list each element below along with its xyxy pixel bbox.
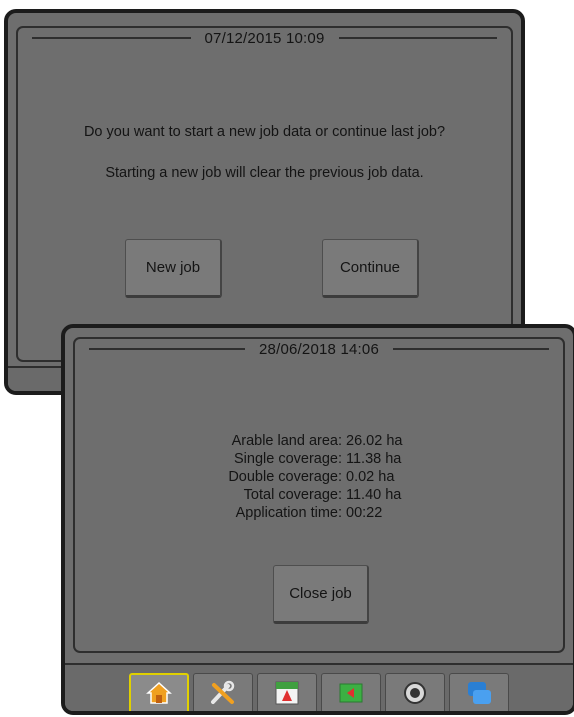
close-job-button[interactable]: Close job [273,565,369,624]
tab-tools[interactable] [193,673,253,711]
title-divider-right [338,37,498,39]
data-transfer-icon [468,681,491,704]
stat-row-application-time: Application time: 00:22 [206,504,432,522]
stat-label: Double coverage: [228,469,342,485]
start-job-warning: Starting a new job will clear the previo… [105,165,424,181]
camera-icon [404,681,426,704]
new-job-button[interactable]: New job [125,239,222,298]
bottom-toolbar [65,663,573,711]
home-icon [146,681,172,704]
tab-camera[interactable] [385,673,445,711]
close-job-screen: 28/06/2018 14:06 Arable land area: 26.02… [61,324,574,715]
stat-value: 11.40 ha [346,487,402,503]
title-divider-left [32,37,191,39]
dialog-title-bar: 28/06/2018 14:06 [75,338,563,360]
close-job-dialog: 28/06/2018 14:06 Arable land area: 26.02… [73,337,565,653]
field-map-icon [275,681,299,704]
title-divider-right [393,348,550,350]
stat-value: 11.38 ha [346,451,402,467]
tools-icon [211,680,235,704]
stat-row-total-coverage: Total coverage: 11.40 ha [206,486,432,504]
stat-label: Single coverage: [233,451,342,467]
stat-label: Total coverage: [243,487,342,503]
stat-value: 26.02 ha [346,433,403,449]
stat-row-arable-land: Arable land area: 26.02 ha [206,432,432,450]
dialog-datetime: 28/06/2018 14:06 [259,340,379,358]
dialog-title-bar: 07/12/2015 10:09 [18,27,511,49]
continue-button[interactable]: Continue [322,239,419,298]
guidance-icon [339,683,363,702]
stat-row-single-coverage: Single coverage: 11.38 ha [206,450,432,468]
stat-label: Application time: [235,505,342,521]
tab-guidance[interactable] [321,673,381,711]
stat-value: 0.02 ha [346,469,395,485]
job-stats: Arable land area: 26.02 ha Single covera… [75,432,563,522]
start-job-question: Do you want to start a new job data or c… [83,124,446,140]
stat-row-double-coverage: Double coverage: 0.02 ha [206,468,432,486]
start-job-dialog: 07/12/2015 10:09 Do you want to start a … [16,26,513,362]
tab-data-transfer[interactable] [449,673,509,711]
tab-home[interactable] [129,673,189,711]
dialog-datetime: 07/12/2015 10:09 [204,29,325,47]
tab-field-map[interactable] [257,673,317,711]
title-divider-left [89,348,246,350]
stat-value: 00:22 [346,505,383,521]
stat-label: Arable land area: [231,433,342,449]
